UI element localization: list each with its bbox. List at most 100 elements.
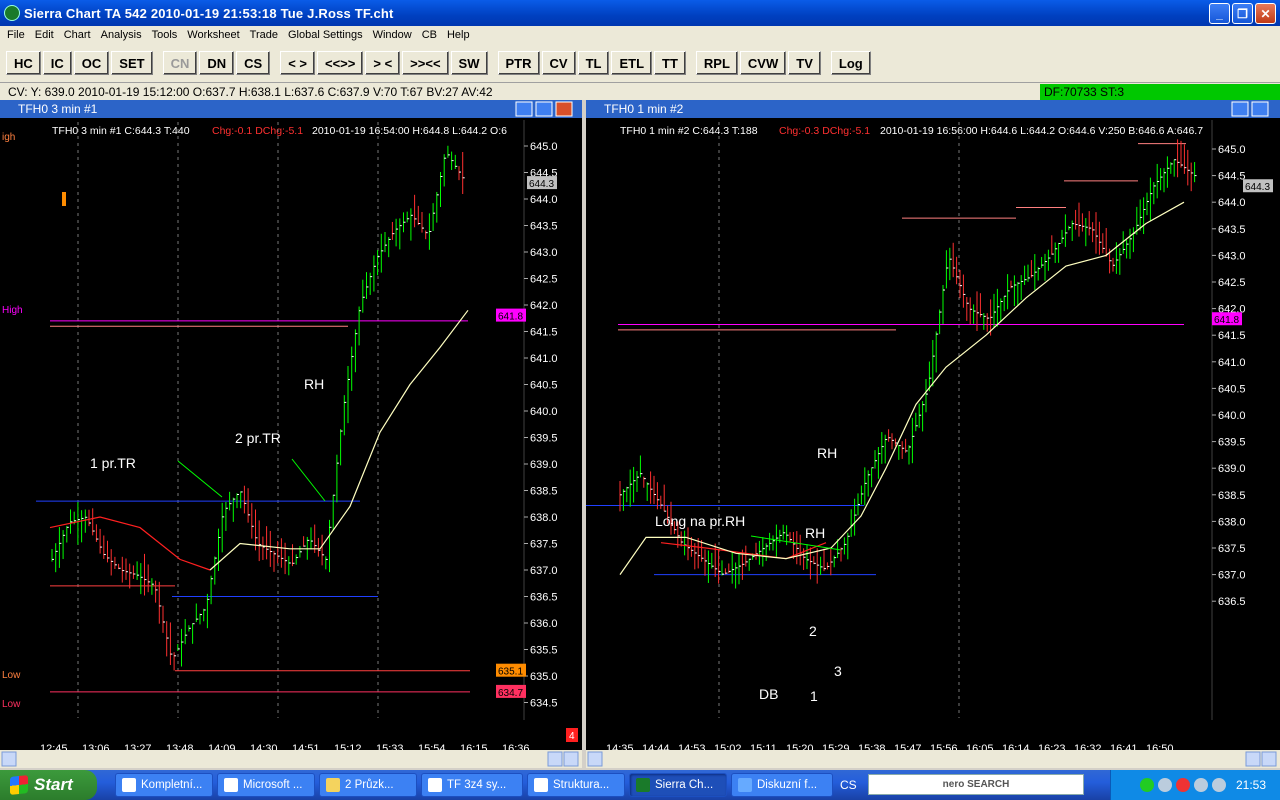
menu-help[interactable]: Help (442, 29, 475, 41)
set-button[interactable]: SET (111, 51, 153, 75)
horizontal-scrollbar (0, 750, 582, 768)
scroll-right-button (563, 751, 579, 767)
etl-button[interactable]: ETL (611, 51, 653, 75)
start-label: Start (34, 775, 73, 794)
task-diskuzni[interactable]: Diskuzní f... (731, 773, 833, 797)
window-titlebar[interactable]: Sierra Chart TA 542 2010-01-19 21:53:18 … (0, 0, 1280, 26)
price-tick-label: 635.0 (530, 671, 558, 683)
price-tick-label: 637.5 (530, 539, 558, 551)
data-feed-status: DF:70733 ST:3 (1040, 84, 1280, 100)
scale-expand-button[interactable]: < > (280, 51, 315, 75)
document-icon (534, 778, 548, 792)
scroll-thumb (547, 751, 563, 767)
price-tick-label: 634.5 (530, 698, 558, 710)
cursor-values-bar: CV: Y: 639.0 2010-01-19 15:12:00 O:637.7… (0, 82, 1280, 100)
menu-cb[interactable]: CB (417, 29, 442, 41)
menu-file[interactable]: File (2, 29, 30, 41)
price-tick-label: 636.5 (1218, 596, 1246, 608)
cv-button[interactable]: CV (541, 51, 576, 75)
menu-tools[interactable]: Tools (147, 29, 183, 41)
scale-shrink-button[interactable]: > < (365, 51, 401, 75)
cn-button[interactable]: CN (162, 51, 198, 75)
log-button[interactable]: Log (830, 51, 871, 75)
cvw-button[interactable]: CVW (739, 51, 787, 75)
annotation-1: 1 (810, 688, 818, 704)
sierra-chart-app-icon (4, 5, 20, 21)
tray-arrow-icon[interactable] (1139, 778, 1154, 792)
oc-button[interactable]: OC (73, 51, 110, 75)
tt-button[interactable]: TT (654, 51, 686, 75)
pane-title: TFH0 1 min #2 (604, 102, 684, 116)
ic-button[interactable]: IC (42, 51, 72, 75)
nero-search-box[interactable]: nero SEARCH (868, 774, 1084, 795)
tl-button[interactable]: TL (577, 51, 610, 75)
maximize-button[interactable]: ❐ (1232, 3, 1253, 24)
start-button[interactable]: Start (0, 770, 97, 800)
chart-window-2[interactable]: TFH0 1 min #2 TFH0 1 min #2 C:644.3 T:188… (586, 100, 1280, 768)
menu-window[interactable]: Window (368, 29, 417, 41)
price-tick-label: 640.0 (1218, 410, 1246, 422)
task-struktura[interactable]: Struktura... (527, 773, 625, 797)
menu-analysis[interactable]: Analysis (96, 29, 147, 41)
chart-window-1[interactable]: TFH0 3 min #1 TFH0 3 min #1 C:644.3 T:440… (0, 100, 582, 768)
tray-update-icon[interactable] (1211, 778, 1226, 792)
clock: 21:53 (1235, 778, 1266, 792)
price-tick-label: 638.5 (530, 486, 558, 498)
task-kompletni[interactable]: Kompletní... (115, 773, 213, 797)
ptr-button[interactable]: PTR (497, 51, 540, 75)
hc-button[interactable]: HC (6, 51, 41, 75)
task-label: Struktura... (553, 779, 610, 791)
close-button[interactable]: ✕ (1255, 3, 1276, 24)
scroll-left-button (1, 751, 17, 767)
chart-1-canvas[interactable]: TFH0 3 min #1 TFH0 3 min #1 C:644.3 T:440… (0, 100, 582, 768)
menu-trade[interactable]: Trade (245, 29, 283, 41)
menu-chart[interactable]: Chart (59, 29, 96, 41)
task-sierra-chart[interactable]: Sierra Ch... (629, 773, 727, 797)
scale-shrink-more-button[interactable]: >><< (402, 51, 449, 75)
price-tick-label: 641.0 (1218, 357, 1246, 369)
language-indicator[interactable]: CS (840, 778, 857, 792)
cursor-marker (62, 192, 66, 206)
task-tf-3z4[interactable]: TF 3z4 sy... (421, 773, 523, 797)
annotation-1-pr-tr: 1 pr.TR (90, 455, 136, 471)
rpl-button[interactable]: RPL (695, 51, 738, 75)
windows-taskbar: Start Kompletní... Microsoft ... 2 Průzk… (0, 770, 1280, 800)
price-tick-label: 636.5 (530, 592, 558, 604)
menu-global-settings[interactable]: Global Settings (283, 29, 368, 41)
task-label: Diskuzní f... (757, 779, 818, 791)
chart-2-canvas[interactable]: TFH0 1 min #2 TFH0 1 min #2 C:644.3 T:188… (586, 100, 1280, 768)
pane-close-button (555, 101, 573, 117)
price-tick-label: 642.5 (1218, 277, 1246, 289)
arrow-2-pr-tr (291, 458, 326, 502)
minimize-button[interactable]: _ (1209, 3, 1230, 24)
sw-button[interactable]: SW (450, 51, 488, 75)
task-label: 2 Průzk... (345, 779, 394, 791)
scale-expand-more-button[interactable]: <<>> (317, 51, 364, 75)
tray-volume-icon[interactable] (1193, 778, 1208, 792)
cs-button[interactable]: CS (236, 51, 271, 75)
price-tick-label: 638.0 (1218, 516, 1246, 528)
price-tick-label: 643.5 (530, 221, 558, 233)
task-microsoft[interactable]: Microsoft ... (217, 773, 315, 797)
task-label: Microsoft ... (243, 779, 303, 791)
pane-minimize-button (1231, 101, 1249, 117)
price-tick-label: 641.5 (1218, 330, 1246, 342)
annotation-2: 2 (809, 623, 817, 639)
tv-button[interactable]: TV (788, 51, 821, 75)
annotation-rh-upper: RH (817, 445, 837, 461)
price-tick-label: 638.0 (530, 512, 558, 524)
menu-edit[interactable]: Edit (30, 29, 59, 41)
tray-network-icon[interactable] (1157, 778, 1172, 792)
pane-maximize-button (535, 101, 553, 117)
last-price-tag-text: 644.3 (1245, 182, 1270, 193)
dn-button[interactable]: DN (199, 51, 235, 75)
tray-antivirus-icon[interactable] (1175, 778, 1190, 792)
menu-worksheet[interactable]: Worksheet (182, 29, 244, 41)
price-tick-label: 644.0 (1218, 197, 1246, 209)
sierra-chart-icon (636, 778, 650, 792)
folder-icon (326, 778, 340, 792)
task-pruzk[interactable]: 2 Průzk... (319, 773, 417, 797)
side-label-high: High (2, 305, 23, 316)
chart-header-ohlc: 2010-01-19 16:56:00 H:644.6 L:644.2 O:64… (880, 125, 1203, 137)
price-tick-label: 637.5 (1218, 543, 1246, 555)
